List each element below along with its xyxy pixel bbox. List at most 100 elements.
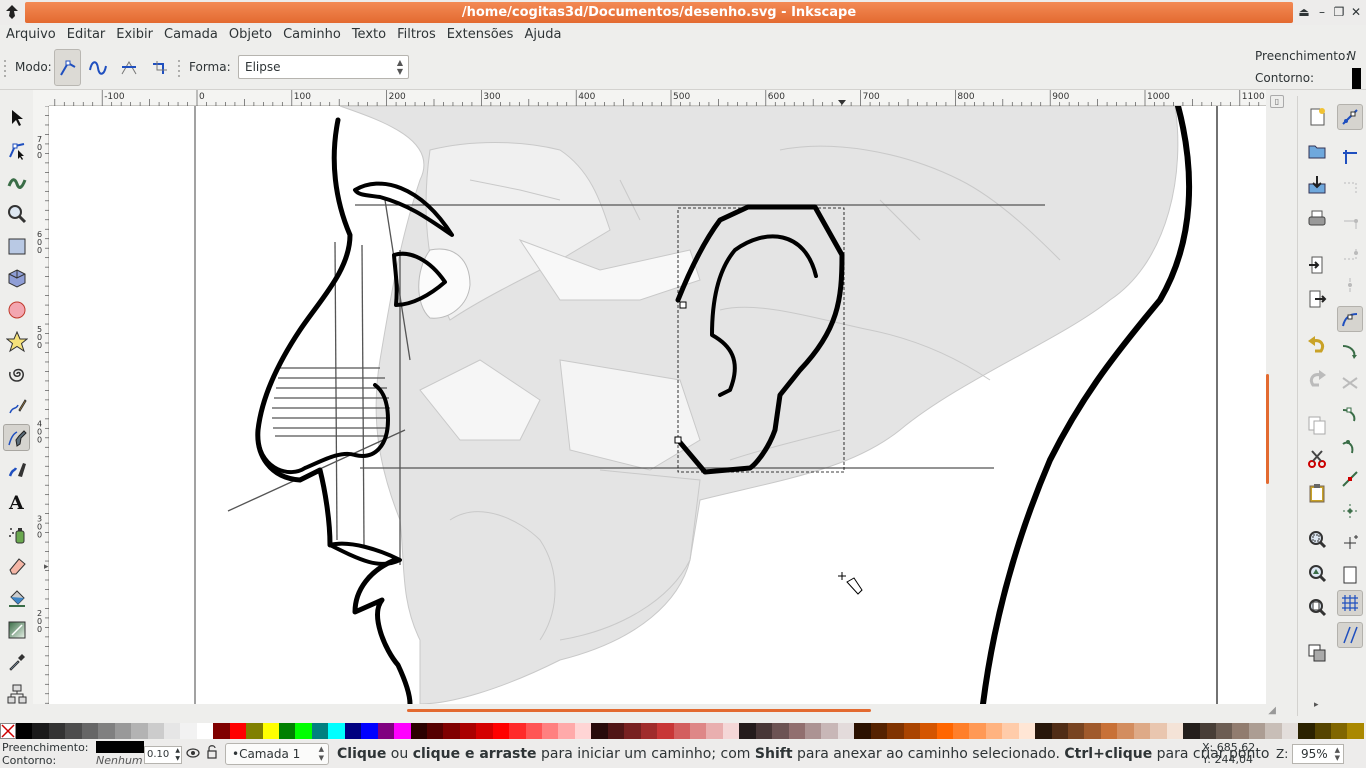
snap-line-midpoint-toggle[interactable]	[1337, 466, 1363, 492]
horizontal-scrollbar[interactable]: ◢	[49, 704, 1276, 722]
palette-swatch[interactable]	[542, 723, 559, 739]
menu-extensoes[interactable]: Extensões	[442, 25, 519, 45]
text-tool[interactable]: A	[3, 488, 30, 515]
palette-swatch[interactable]	[213, 723, 230, 739]
fill-indicator-value[interactable]: N	[1347, 49, 1356, 63]
snap-cusp-toggle[interactable]	[1337, 402, 1363, 428]
palette-swatch[interactable]	[854, 723, 871, 739]
mode-bspline-button[interactable]	[115, 49, 142, 86]
palette-swatch[interactable]	[147, 723, 164, 739]
snap-path-toggle[interactable]	[1337, 338, 1363, 364]
snap-intersection-toggle[interactable]	[1337, 370, 1363, 396]
toolbox-expander-icon[interactable]: ▸	[44, 562, 49, 572]
save-button[interactable]	[1304, 172, 1330, 198]
maximize-icon[interactable]: ❐	[1331, 4, 1347, 20]
palette-swatch[interactable]	[969, 723, 986, 739]
rectangle-tool[interactable]	[3, 232, 30, 259]
palette-swatch[interactable]	[1314, 723, 1331, 739]
palette-swatch[interactable]	[722, 723, 740, 739]
snap-page-border-toggle[interactable]	[1337, 562, 1363, 588]
drawing-canvas[interactable]	[49, 106, 1266, 704]
palette-swatch[interactable]	[1084, 723, 1101, 739]
pencil-tool[interactable]	[3, 392, 30, 419]
palette-swatch[interactable]	[410, 723, 427, 739]
palette-swatch[interactable]	[328, 723, 345, 739]
palette-swatch[interactable]	[1248, 723, 1266, 739]
snap-rotation-center-toggle[interactable]	[1337, 530, 1363, 556]
palette-swatch[interactable]	[952, 723, 970, 739]
mode-spiro-button[interactable]	[84, 49, 111, 86]
palette-swatch[interactable]	[48, 723, 66, 739]
vertical-scroll-thumb[interactable]	[1266, 374, 1269, 484]
commands-overflow-icon[interactable]: ▸	[1314, 700, 1319, 710]
palette-swatch[interactable]	[607, 723, 625, 739]
palette-swatch[interactable]	[311, 723, 329, 739]
menu-texto[interactable]: Texto	[347, 25, 391, 45]
gradient-tool[interactable]	[3, 616, 30, 643]
menu-camada[interactable]: Camada	[159, 25, 223, 45]
snap-bbox-edge-toggle[interactable]	[1337, 176, 1363, 202]
drag-handle-icon[interactable]	[2, 58, 8, 78]
palette-swatch[interactable]	[870, 723, 888, 739]
palette-swatch[interactable]	[180, 723, 197, 739]
path-node-handle[interactable]	[674, 436, 682, 444]
palette-swatch[interactable]	[574, 723, 592, 739]
palette-swatch[interactable]	[985, 723, 1003, 739]
palette-swatch[interactable]	[279, 723, 296, 739]
close-icon[interactable]: ✕	[1348, 4, 1364, 20]
calligraphy-tool[interactable]	[3, 456, 30, 483]
menu-filtros[interactable]: Filtros	[392, 25, 441, 45]
pen-tool[interactable]	[3, 424, 30, 451]
resize-grip-icon[interactable]: ◢	[1268, 705, 1276, 716]
palette-swatch[interactable]	[1100, 723, 1118, 739]
snap-center-toggle[interactable]	[1337, 272, 1363, 298]
palette-swatch[interactable]	[558, 723, 575, 739]
palette-swatch[interactable]	[262, 723, 279, 739]
palette-swatch[interactable]	[1150, 723, 1167, 739]
palette-swatch[interactable]	[1051, 723, 1068, 739]
horizontal-scroll-thumb[interactable]	[407, 709, 871, 712]
palette-swatch[interactable]	[1232, 723, 1249, 739]
shape-select[interactable]: Elipse ▲ ▼	[238, 55, 409, 79]
snap-enable-toggle[interactable]	[1337, 104, 1363, 130]
path-node-handle[interactable]	[679, 301, 687, 309]
palette-swatch[interactable]	[426, 723, 444, 739]
mode-paraxial-button[interactable]	[145, 49, 172, 86]
snap-nodes-toggle[interactable]	[1337, 306, 1363, 332]
paint-bucket-tool[interactable]	[3, 584, 30, 611]
open-button[interactable]	[1304, 138, 1330, 164]
menu-caminho[interactable]: Caminho	[278, 25, 346, 45]
spiral-tool[interactable]	[3, 360, 30, 387]
palette-swatch[interactable]	[16, 723, 33, 739]
zoom-page-button[interactable]	[1304, 594, 1330, 620]
zoom-selection-button[interactable]	[1304, 526, 1330, 552]
tweak-tool[interactable]	[3, 168, 30, 195]
palette-swatch[interactable]	[1068, 723, 1085, 739]
palette-swatch[interactable]	[1347, 723, 1364, 739]
palette-swatch[interactable]	[903, 723, 921, 739]
stroke-width-spinner[interactable]: 0.10 ▲ ▼	[144, 746, 182, 764]
palette-swatch[interactable]	[1215, 723, 1233, 739]
duplicate-button[interactable]	[1304, 640, 1330, 666]
copy-button[interactable]	[1304, 412, 1330, 438]
zoom-spinner[interactable]: 95% ▲ ▼	[1292, 744, 1344, 764]
palette-swatch[interactable]	[1166, 723, 1184, 739]
layer-select[interactable]: •Camada 1 ▲ ▼	[225, 743, 329, 765]
selector-tool[interactable]	[3, 104, 30, 131]
lock-guides-icon[interactable]: ▯	[1270, 95, 1284, 108]
palette-swatch[interactable]	[163, 723, 181, 739]
snap-object-midpoint-toggle[interactable]	[1337, 498, 1363, 524]
palette-swatch[interactable]	[591, 723, 608, 739]
palette-swatch[interactable]	[196, 723, 214, 739]
palette-swatch[interactable]	[755, 723, 773, 739]
palette-swatch[interactable]	[624, 723, 641, 739]
import-button[interactable]	[1304, 252, 1330, 278]
snap-grid-toggle[interactable]	[1337, 590, 1363, 616]
palette-swatch[interactable]	[1002, 723, 1019, 739]
minimize-icon[interactable]: –	[1314, 4, 1330, 20]
palette-swatch[interactable]	[509, 723, 526, 739]
palette-swatch[interactable]	[394, 723, 411, 739]
palette-swatch[interactable]	[1117, 723, 1134, 739]
paste-button[interactable]	[1304, 480, 1330, 506]
3d-box-tool[interactable]	[3, 264, 30, 291]
